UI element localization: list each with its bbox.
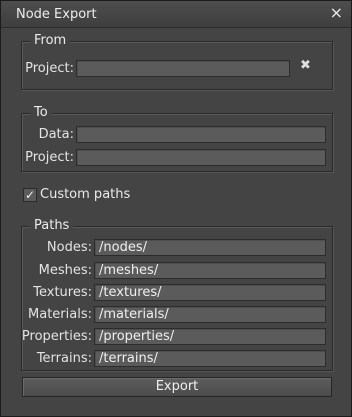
from-legend: From — [30, 33, 71, 48]
from-project-label: Project: — [25, 61, 74, 76]
nodes-label: Nodes: — [46, 240, 92, 255]
to-project-field[interactable] — [76, 149, 326, 166]
paths-legend: Paths — [30, 218, 74, 233]
to-legend: To — [30, 105, 52, 120]
materials-label: Materials: — [28, 307, 92, 322]
properties-label: Properties: — [21, 329, 92, 344]
clear-project-icon[interactable]: ✖ — [300, 58, 311, 73]
custom-paths-label: Custom paths — [40, 187, 131, 202]
to-group: To Data: Project: — [21, 105, 333, 172]
meshes-path-field[interactable]: /meshes/ — [94, 262, 326, 279]
to-data-label: Data: — [38, 127, 74, 142]
from-group: From Project: ✖ — [21, 33, 333, 90]
node-export-window: Node Export × From Project: ✖ To Data: P… — [0, 0, 352, 417]
to-data-field[interactable] — [76, 126, 326, 143]
export-button[interactable]: Export — [22, 377, 332, 397]
materials-path-field[interactable]: /materials/ — [94, 306, 326, 323]
title-bar[interactable]: Node Export × — [1, 1, 351, 28]
terrains-label: Terrains: — [36, 351, 92, 366]
close-icon[interactable]: × — [330, 4, 343, 22]
custom-paths-checkbox[interactable]: ✓ — [23, 188, 37, 202]
to-project-label: Project: — [25, 150, 74, 165]
nodes-path-field[interactable]: /nodes/ — [94, 239, 326, 256]
terrains-path-field[interactable]: /terrains/ — [94, 350, 326, 367]
window-title: Node Export — [16, 7, 97, 22]
textures-label: Textures: — [33, 285, 92, 300]
paths-group: Paths Nodes: /nodes/ Meshes: /meshes/ Te… — [21, 218, 333, 371]
from-project-field[interactable] — [76, 60, 290, 77]
properties-path-field[interactable]: /properties/ — [94, 328, 326, 345]
textures-path-field[interactable]: /textures/ — [94, 284, 326, 301]
meshes-label: Meshes: — [38, 263, 92, 278]
